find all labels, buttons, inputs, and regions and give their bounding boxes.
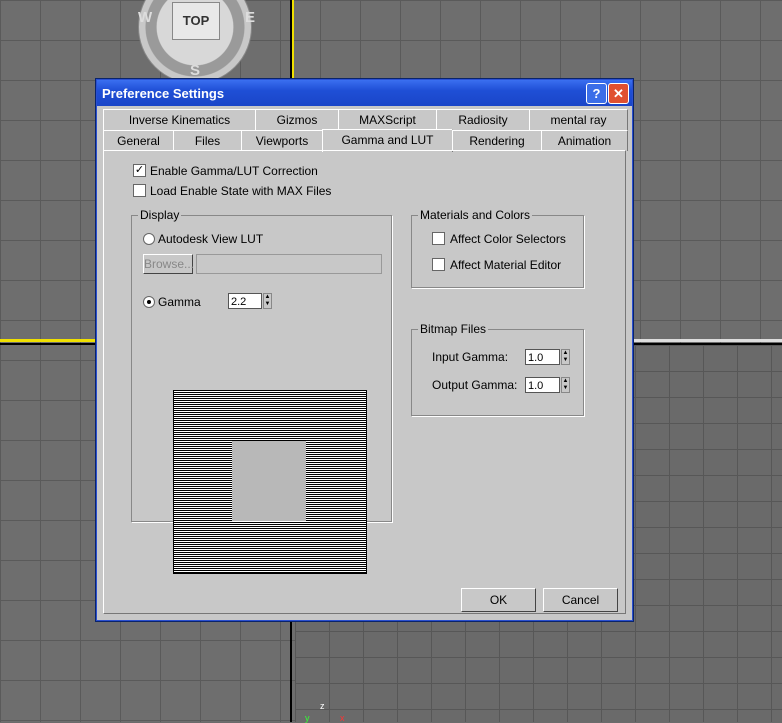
tab-files[interactable]: Files bbox=[173, 130, 242, 151]
compass-west: W bbox=[138, 9, 153, 26]
materials-colors-group: Materials and Colors Affect Color Select… bbox=[411, 208, 584, 288]
load-enable-state-label[interactable]: Load Enable State with MAX Files bbox=[150, 184, 331, 198]
gamma-spinner-arrows[interactable]: ▲ ▼ bbox=[263, 293, 272, 309]
input-gamma-input[interactable]: 1.0 bbox=[525, 349, 560, 365]
tab-animation[interactable]: Animation bbox=[541, 130, 628, 151]
compass-south: S bbox=[190, 62, 201, 79]
tab-inverse-kinematics[interactable]: Inverse Kinematics bbox=[103, 109, 256, 130]
input-gamma-label: Input Gamma: bbox=[432, 350, 509, 364]
close-icon[interactable]: ✕ bbox=[608, 83, 629, 104]
tab-row-1: Inverse Kinematics Gizmos MAXScript Radi… bbox=[103, 109, 628, 130]
gamma-label[interactable]: Gamma bbox=[158, 295, 201, 309]
tab-gizmos[interactable]: Gizmos bbox=[255, 109, 339, 130]
axis-z-label: z bbox=[320, 701, 325, 711]
enable-gamma-lut-checkbox[interactable]: ✓ bbox=[133, 164, 146, 177]
preference-settings-dialog: Preference Settings ? ✕ Inverse Kinemati… bbox=[95, 78, 634, 622]
gamma-lut-panel: ✓ Enable Gamma/LUT Correction Load Enabl… bbox=[103, 150, 626, 614]
dialog-title: Preference Settings bbox=[102, 86, 225, 101]
tab-gamma-and-lut[interactable]: Gamma and LUT bbox=[322, 129, 453, 152]
tab-mental-ray[interactable]: mental ray bbox=[529, 109, 628, 130]
ok-button[interactable]: OK bbox=[461, 588, 536, 612]
tab-viewports[interactable]: Viewports bbox=[241, 130, 323, 151]
autodesk-view-lut-label[interactable]: Autodesk View LUT bbox=[158, 232, 263, 246]
autodesk-view-lut-radio[interactable] bbox=[143, 233, 155, 245]
output-gamma-input[interactable]: 1.0 bbox=[525, 377, 560, 393]
bitmap-files-title: Bitmap Files bbox=[418, 322, 489, 336]
tab-rendering[interactable]: Rendering bbox=[452, 130, 542, 151]
gamma-preview-center bbox=[232, 441, 306, 521]
affect-color-selectors-label[interactable]: Affect Color Selectors bbox=[450, 232, 566, 246]
gamma-preview-pattern bbox=[173, 390, 367, 574]
enable-gamma-lut-label[interactable]: Enable Gamma/LUT Correction bbox=[150, 164, 318, 178]
browse-button[interactable]: Browse... bbox=[143, 254, 194, 274]
load-enable-state-checkbox[interactable] bbox=[133, 184, 146, 197]
materials-colors-title: Materials and Colors bbox=[418, 208, 533, 222]
gamma-radio[interactable] bbox=[143, 296, 155, 308]
tab-row-2: General Files Viewports Gamma and LUT Re… bbox=[103, 129, 628, 152]
tab-general[interactable]: General bbox=[103, 130, 174, 151]
viewport-border-right bbox=[632, 339, 782, 342]
active-viewport-border-bottom bbox=[0, 339, 95, 342]
tab-maxscript[interactable]: MAXScript bbox=[338, 109, 437, 130]
active-viewport-border bbox=[292, 0, 294, 78]
viewcube[interactable]: TOP bbox=[172, 2, 220, 40]
affect-material-editor-label[interactable]: Affect Material Editor bbox=[450, 258, 561, 272]
output-gamma-label: Output Gamma: bbox=[432, 378, 518, 392]
output-gamma-spinner-arrows[interactable]: ▲ ▼ bbox=[561, 377, 570, 393]
bitmap-files-group: Bitmap Files Input Gamma: 1.0 ▲ ▼ Output … bbox=[411, 322, 584, 416]
affect-color-selectors-checkbox[interactable] bbox=[432, 232, 445, 245]
title-bar[interactable]: Preference Settings ? ✕ bbox=[97, 80, 632, 106]
lut-path-field[interactable] bbox=[196, 254, 382, 274]
display-group-title: Display bbox=[138, 208, 182, 222]
tab-radiosity[interactable]: Radiosity bbox=[436, 109, 530, 130]
cancel-button[interactable]: Cancel bbox=[543, 588, 618, 612]
input-gamma-spinner-arrows[interactable]: ▲ ▼ bbox=[561, 349, 570, 365]
gamma-spinner-input[interactable]: 2.2 bbox=[228, 293, 262, 309]
help-icon[interactable]: ? bbox=[586, 83, 607, 104]
affect-material-editor-checkbox[interactable] bbox=[432, 258, 445, 271]
compass-east: E bbox=[245, 9, 256, 26]
